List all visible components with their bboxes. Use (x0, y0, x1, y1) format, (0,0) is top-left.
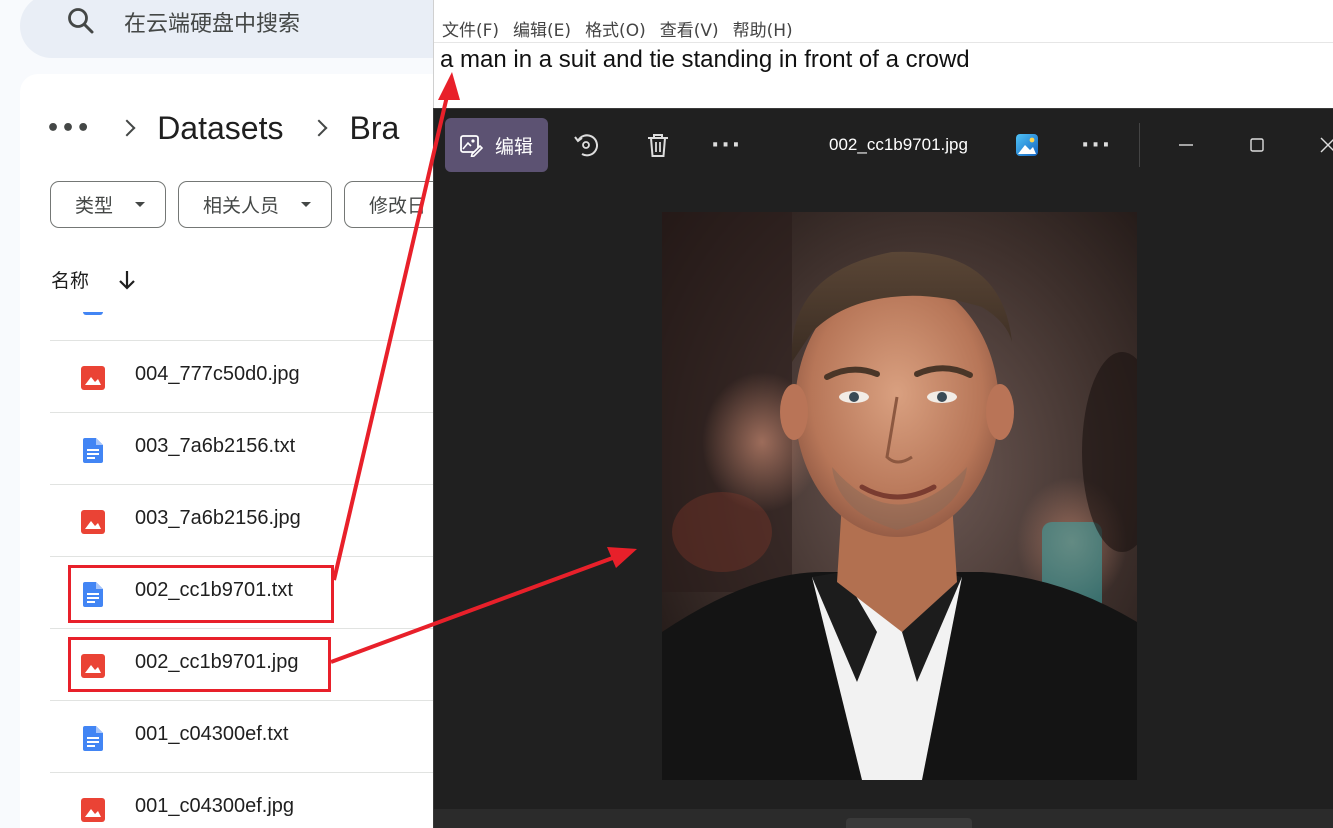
close-icon[interactable] (1312, 129, 1333, 161)
file-row[interactable]: 004_777c50d0.jpg (50, 341, 440, 413)
menu-edit[interactable]: 编辑(E) (513, 16, 571, 41)
rotate-icon[interactable] (572, 131, 600, 159)
file-name: 001_c04300ef.jpg (135, 795, 295, 817)
menu-file[interactable]: 文件(F) (442, 16, 499, 41)
filter-people-chip[interactable]: 相关人员 (178, 181, 333, 228)
image-file-icon (81, 366, 105, 390)
doc-file-icon (83, 726, 103, 751)
image-file-icon (81, 798, 105, 822)
file-row[interactable]: 003_7a6b2156.txt (50, 413, 440, 485)
filter-people-label: 相关人员 (203, 195, 280, 217)
notepad-text-area[interactable]: a man in a suit and tie standing in fron… (440, 46, 970, 74)
file-name: 004_777c50d0.jpg (135, 363, 300, 385)
toolbar-divider (1139, 123, 1140, 167)
column-header-name[interactable]: 名称 (51, 266, 137, 293)
doc-file-icon (83, 312, 103, 315)
menu-format[interactable]: 格式(O) (585, 16, 646, 41)
highlight-box-jpg (68, 637, 331, 692)
drive-window: 在云端硬盘中搜索 ••• Datasets Bra 类型 相关人员 修改日 名称 (0, 0, 480, 828)
caret-down-icon (135, 202, 146, 207)
more-options-button[interactable]: ··· (711, 133, 742, 158)
breadcrumb-more-button[interactable]: ••• (46, 116, 91, 141)
edit-button-label: 编辑 (495, 135, 534, 158)
menu-divider (434, 42, 1333, 43)
photo-viewer-window: 编辑 ··· 002_cc1b9701.jpg ··· (433, 108, 1333, 828)
menu-help[interactable]: 帮助(H) (733, 16, 793, 41)
breadcrumb: ••• Datasets Bra (46, 106, 399, 150)
highlight-box-txt (68, 565, 334, 623)
notepad-menubar: 文件(F) 编辑(E) 格式(O) 查看(V) 帮助(H) (442, 16, 793, 41)
sort-down-arrow-icon[interactable] (117, 269, 137, 291)
file-name: 003_7a6b2156.txt (135, 435, 296, 457)
filter-chips: 类型 相关人员 修改日 (50, 181, 480, 228)
filmstrip-handle[interactable] (846, 818, 972, 828)
photos-app-icon[interactable] (1014, 132, 1040, 158)
file-row[interactable]: 001_c04300ef.jpg (50, 773, 440, 828)
file-row[interactable]: 001_c04300ef.txt (50, 701, 440, 773)
chevron-right-icon (310, 119, 328, 137)
image-file-icon (81, 510, 105, 534)
viewer-toolbar: 编辑 ··· 002_cc1b9701.jpg ··· (434, 109, 1333, 181)
portrait-photo (662, 212, 1137, 780)
doc-file-icon (83, 438, 103, 463)
filter-type-chip[interactable]: 类型 (50, 181, 167, 228)
search-bar[interactable]: 在云端硬盘中搜索 (20, 0, 480, 58)
search-input[interactable]: 在云端硬盘中搜索 (124, 6, 300, 38)
delete-icon[interactable] (644, 131, 672, 159)
breadcrumb-item-current[interactable]: Bra (349, 110, 399, 147)
search-icon (68, 8, 94, 34)
breadcrumb-item-datasets[interactable]: Datasets (157, 110, 283, 147)
edit-image-icon (460, 135, 483, 157)
viewer-file-title: 002_cc1b9701.jpg (829, 135, 968, 154)
notepad-window: 文件(F) 编辑(E) 格式(O) 查看(V) 帮助(H) a man in a… (433, 0, 1333, 110)
maximize-icon[interactable] (1241, 129, 1273, 161)
filter-modified-label: 修改日 (369, 195, 427, 217)
file-row[interactable]: 003_7a6b2156.jpg (50, 485, 440, 557)
caret-down-icon (301, 202, 312, 207)
notepad-title-fragment (448, 0, 708, 3)
file-row-partial[interactable] (50, 312, 440, 341)
minimize-icon[interactable] (1170, 129, 1202, 161)
more-options-button-2[interactable]: ··· (1081, 133, 1112, 158)
file-name: 001_c04300ef.txt (135, 723, 289, 745)
menu-view[interactable]: 查看(V) (660, 16, 719, 41)
chevron-right-icon (118, 119, 136, 137)
file-name: 003_7a6b2156.jpg (135, 507, 301, 529)
column-header-label: 名称 (51, 270, 90, 292)
edit-button[interactable]: 编辑 (445, 118, 548, 172)
filter-type-label: 类型 (75, 195, 114, 217)
